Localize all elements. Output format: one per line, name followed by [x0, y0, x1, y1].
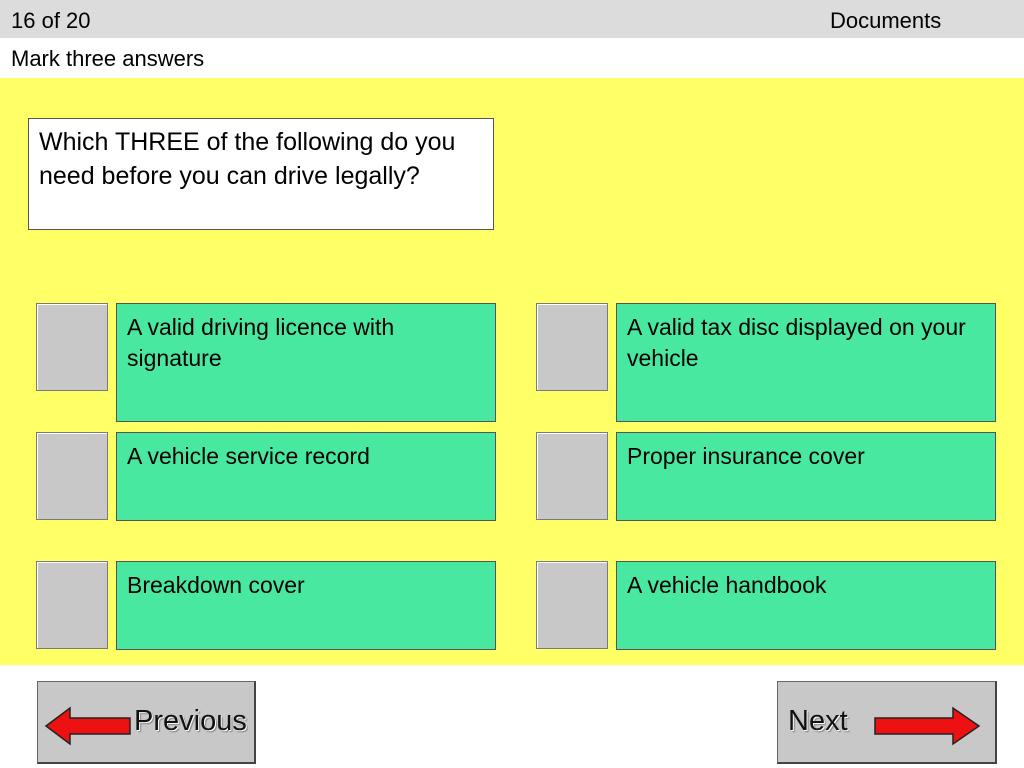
- question-box: Which THREE of the following do you need…: [28, 118, 494, 230]
- header-bar: 16 of 20 Documents: [0, 0, 1024, 38]
- next-button[interactable]: Next: [777, 681, 997, 764]
- answer-checkbox-5[interactable]: [36, 561, 108, 649]
- answer-option-3[interactable]: A vehicle service record: [116, 432, 496, 521]
- answer-checkbox-2[interactable]: [536, 303, 608, 391]
- right-arrow-icon: [874, 706, 981, 746]
- answer-option-4[interactable]: Proper insurance cover: [616, 432, 996, 521]
- answer-checkbox-6[interactable]: [536, 561, 608, 649]
- answer-checkbox-3[interactable]: [36, 432, 108, 520]
- answer-option-2[interactable]: A valid tax disc displayed on your vehic…: [616, 303, 996, 422]
- category-label: Documents: [830, 8, 942, 33]
- instruction-text: Mark three answers: [11, 46, 205, 71]
- answer-checkbox-4[interactable]: [536, 432, 608, 520]
- answer-checkbox-1[interactable]: [36, 303, 108, 391]
- question-counter: 16 of 20: [11, 8, 91, 33]
- answer-option-6[interactable]: A vehicle handbook: [616, 561, 996, 650]
- previous-label: Previous: [134, 705, 247, 737]
- previous-button[interactable]: Previous: [37, 681, 256, 764]
- answer-option-1[interactable]: A valid driving licence with signature: [116, 303, 496, 422]
- next-label: Next: [788, 705, 848, 737]
- left-arrow-icon: [44, 706, 131, 746]
- answer-option-5[interactable]: Breakdown cover: [116, 561, 496, 650]
